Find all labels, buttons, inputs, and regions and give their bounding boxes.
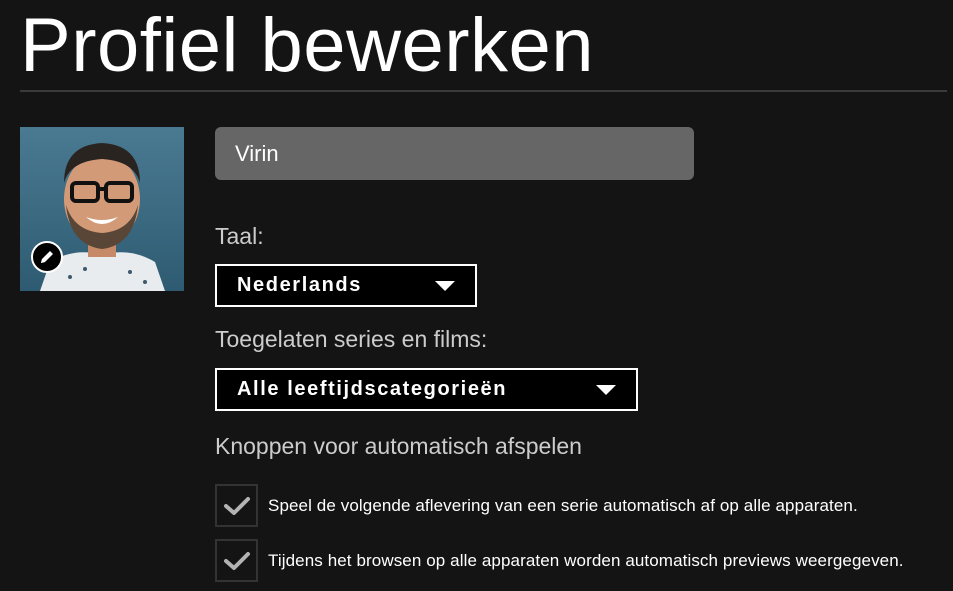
language-select[interactable]: Nederlands: [215, 264, 477, 307]
profile-name-input[interactable]: [215, 127, 694, 180]
autoplay-next-episode-checkbox[interactable]: [215, 484, 258, 527]
edit-profile-page: Profiel bewerken Virin Taal: Nederlands …: [0, 0, 953, 591]
language-selected-value: Nederlands: [237, 274, 362, 296]
language-label: Taal:: [215, 223, 264, 249]
autoplay-previews-option[interactable]: Tijdens het browsen op alle apparaten wo…: [215, 539, 904, 582]
autoplay-previews-label: Tijdens het browsen op alle apparaten wo…: [268, 550, 904, 570]
maturity-selected-value: Alle leeftijdscategorieën: [237, 378, 508, 400]
maturity-select[interactable]: Alle leeftijdscategorieën: [215, 368, 638, 411]
page-title: Profiel bewerken: [20, 3, 595, 88]
check-icon: [223, 551, 250, 570]
maturity-label: Toegelaten series en films:: [215, 326, 488, 352]
pencil-icon: [41, 251, 53, 263]
autoplay-next-episode-option[interactable]: Speel de volgende aflevering van een ser…: [215, 484, 858, 527]
autoplay-next-episode-label: Speel de volgende aflevering van een ser…: [268, 495, 858, 515]
autoplay-label: Knoppen voor automatisch afspelen: [215, 433, 582, 459]
caret-down-icon: [596, 384, 616, 395]
check-icon: [223, 496, 250, 515]
edit-avatar-button[interactable]: [31, 241, 63, 273]
caret-down-icon: [435, 280, 455, 291]
autoplay-previews-checkbox[interactable]: [215, 539, 258, 582]
title-divider: [20, 90, 947, 92]
